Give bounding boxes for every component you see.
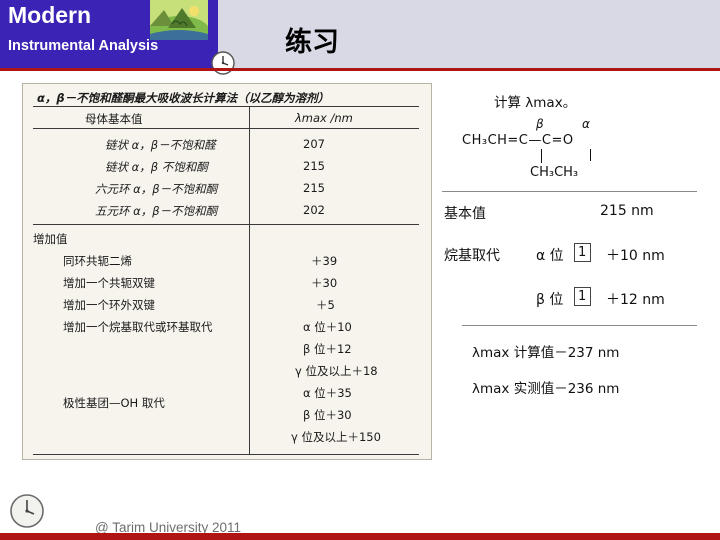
table-row-value: α 位＋35 [303, 386, 352, 400]
header-band: Modern Instrumental Analysis 练习 [0, 0, 720, 75]
page-subtitle: Instrumental Analysis [8, 38, 159, 54]
table-rule-mid [33, 224, 419, 225]
table-rule-top [33, 106, 419, 107]
alpha-position-text: α 位 [536, 248, 564, 264]
beta-count-value: 1 [578, 289, 587, 304]
panel-rule-bottom [462, 325, 697, 326]
table-row-value: α 位＋10 [303, 320, 352, 334]
header-chinese-title: 练习 [285, 27, 339, 58]
structure-main-chain: CH₃CH=C—C=O [462, 133, 574, 148]
measured-value: λmax 实测值－236 nm [472, 381, 620, 397]
molecular-structure: β α CH₃CH=C—C=O CH₃CH₃ [462, 117, 692, 183]
calculated-value: λmax 计算值－237 nm [472, 345, 620, 361]
table-header-base: 母体基本值 [85, 112, 143, 126]
table-row-value: 215 [303, 181, 325, 195]
table-row-value: 207 [303, 137, 325, 151]
table-row-label: 五元环 α，β－不饱和酮 [95, 204, 218, 218]
example-prompt: 计算 λmax。 [494, 95, 577, 111]
table-row-label: 增加一个烷基取代或环基取代 [63, 320, 213, 334]
table-row-value: 215 [303, 159, 325, 173]
table-row-label: 六元环 α，β－不饱和酮 [95, 182, 218, 196]
increment-header: 增加值 [33, 232, 68, 246]
table-row-value: ＋30 [311, 276, 338, 290]
table-row-value: ＋5 [316, 298, 335, 312]
alpha-count-value: 1 [578, 245, 587, 260]
table-row-value: γ 位及以上＋18 [295, 364, 378, 378]
slide: Modern Instrumental Analysis 练习 α，β－不饱和醛… [0, 0, 720, 540]
table-row-label: 链状 α，β－不饱和醛 [105, 138, 216, 152]
table-row-value: 202 [303, 203, 325, 217]
table-row-value: γ 位及以上＋150 [291, 430, 381, 444]
structure-substituents: CH₃CH₃ [530, 165, 579, 180]
base-value-amount: 215 nm [600, 203, 654, 219]
table-row-label: 增加一个环外双键 [63, 298, 155, 312]
table-header-lambda: λmax /nm [295, 111, 353, 125]
table-caption: α，β－不饱和醛酮最大吸收波长计算法（以乙醇为溶剂） [37, 91, 330, 105]
worked-example-panel: 计算 λmax。 β α CH₃CH=C—C=O CH₃CH₃ 基本值 215 … [432, 79, 712, 461]
table-row-label: 增加一个共轭双键 [63, 276, 155, 290]
footer-red-rule [0, 533, 720, 540]
clock-icon [10, 494, 44, 528]
table-row-value: β 位＋30 [303, 408, 352, 422]
alpha-increment-value: ＋10 nm [606, 248, 665, 264]
table-row-label: 链状 α，β 不饱和酮 [105, 160, 208, 174]
mountain-landscape-logo [150, 0, 208, 40]
table-rule-header [33, 128, 419, 129]
panel-rule-top [442, 191, 697, 192]
alpha-position-label: α [582, 117, 590, 131]
beta-position-text: β 位 [536, 292, 564, 308]
beta-position-label: β [536, 117, 544, 131]
table-rule-bottom [33, 454, 419, 455]
alkyl-substitution-label: 烷基取代 [444, 248, 500, 264]
table-row-value: ＋39 [311, 254, 338, 268]
slide-content: α，β－不饱和醛酮最大吸收波长计算法（以乙醇为溶剂） 母体基本值 λmax /n… [0, 71, 720, 471]
table-row-label: 极性基团—OH 取代 [63, 396, 165, 410]
bond-line [541, 149, 542, 163]
bond-line [590, 149, 591, 161]
page-title: Modern [8, 2, 92, 28]
beta-increment-value: ＋12 nm [606, 292, 665, 308]
table-row-value: β 位＋12 [303, 342, 352, 356]
base-value-label: 基本值 [444, 206, 486, 222]
absorption-table: α，β－不饱和醛酮最大吸收波长计算法（以乙醇为溶剂） 母体基本值 λmax /n… [22, 83, 432, 460]
table-row-label: 同环共轭二烯 [63, 254, 132, 268]
table-column-divider [249, 106, 250, 454]
